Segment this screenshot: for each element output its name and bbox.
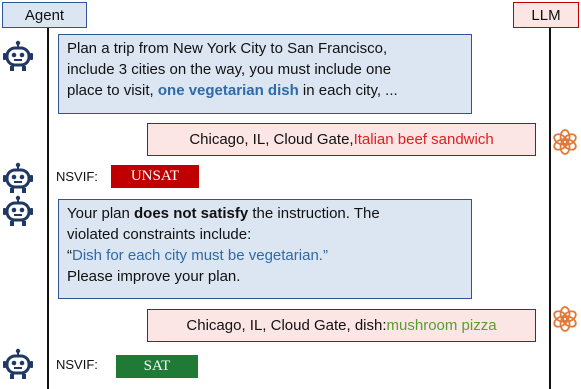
feedback-message: Your plan does not satisfy the instructi… — [58, 199, 472, 299]
agent-header-label: Agent — [24, 6, 65, 24]
feedback-text: Your plan — [67, 205, 135, 222]
nsvif-label: NSVIF: — [56, 357, 98, 372]
instruction-text-end: in each city, ... — [298, 82, 398, 99]
feedback-line-1: Your plan does not satisfy the instructi… — [67, 203, 463, 224]
llm-header-label: LLM — [531, 6, 561, 24]
instruction-message: Plan a trip from New York City to San Fr… — [58, 34, 472, 114]
unsat-badge: UNSAT — [111, 165, 199, 188]
llm-header: LLM — [513, 2, 579, 28]
response-1-highlight: Italian beef sandwich — [353, 131, 494, 148]
instruction-line-1: Plan a trip from New York City to San Fr… — [67, 40, 388, 57]
instruction-line-2: include 3 cities on the way, you must in… — [67, 61, 392, 78]
instruction-highlight: one vegetarian dish — [157, 82, 299, 99]
feedback-bold: does not satisfy — [134, 205, 249, 222]
feedback-line-2: violated constraints include: — [67, 226, 252, 243]
openai-knot-icon — [551, 305, 579, 333]
robot-icon — [2, 162, 34, 194]
feedback-text-end: the instruction. The — [248, 205, 380, 222]
agent-lifeline — [47, 28, 49, 389]
feedback-line-4: Please improve your plan. — [67, 268, 241, 285]
robot-icon — [2, 195, 34, 227]
robot-icon — [2, 40, 34, 72]
openai-knot-icon — [551, 128, 579, 156]
nsvif-label: NSVIF: — [56, 169, 98, 184]
response-2-text: Chicago, IL, Cloud Gate, dish: — [186, 317, 387, 334]
violated-constraint: Dish for each city must be vegetarian.” — [72, 247, 328, 264]
llm-response-2: Chicago, IL, Cloud Gate, dish: mushroom … — [147, 309, 536, 342]
response-1-text: Chicago, IL, Cloud Gate, — [189, 131, 354, 148]
sat-badge: SAT — [116, 355, 198, 378]
llm-response-1: Chicago, IL, Cloud Gate, Italian beef sa… — [147, 123, 536, 156]
response-2-highlight: mushroom pizza — [386, 317, 497, 334]
feedback-line-3: “Dish for each city must be vegetarian.” — [67, 245, 463, 266]
agent-header: Agent — [2, 2, 87, 28]
instruction-line-3: place to visit, one vegetarian dish in e… — [67, 80, 463, 101]
llm-lifeline — [549, 28, 551, 389]
instruction-text: place to visit, — [67, 82, 158, 99]
robot-icon — [2, 348, 34, 380]
